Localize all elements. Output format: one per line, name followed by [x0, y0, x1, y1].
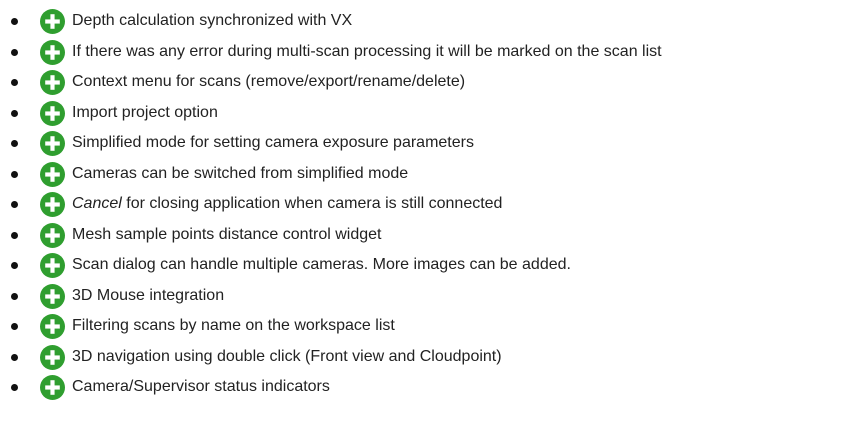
bullet — [11, 384, 18, 392]
plus-icon — [40, 161, 65, 187]
item-text: Cancel for closing application when came… — [72, 194, 502, 214]
list-item: Simplified mode for setting camera expos… — [0, 128, 862, 159]
bullet — [11, 231, 18, 239]
list-item: 3D navigation using double click (Front … — [0, 342, 862, 373]
plus-icon — [40, 9, 65, 35]
item-text: Mesh sample points distance control widg… — [72, 225, 382, 243]
bullet — [11, 262, 18, 270]
item-text: Import project option — [72, 103, 218, 121]
bullet — [11, 18, 18, 26]
plus-icon — [40, 39, 65, 65]
plus-icon — [40, 70, 65, 96]
item-text: Cameras can be switched from simplified … — [72, 164, 409, 182]
list-item: Cameras can be switched from simplified … — [0, 159, 862, 190]
plus-icon — [40, 344, 65, 370]
plus-icon — [40, 253, 65, 279]
bullet — [11, 323, 18, 331]
item-text: If there was any error during multi-scan… — [72, 42, 662, 60]
item-text: Depth calculation synchronized with VX — [72, 12, 353, 30]
plus-icon — [40, 283, 65, 309]
list-item: Mesh sample points distance control widg… — [0, 220, 862, 251]
item-text-rest: for closing application when camera is s… — [121, 195, 503, 213]
list-item: Scan dialog can handle multiple cameras.… — [0, 250, 862, 281]
list-item: Filtering scans by name on the workspace… — [0, 311, 862, 342]
plus-icon — [40, 100, 65, 126]
list-item: Camera/Supervisor status indicators — [0, 372, 862, 403]
item-text: Simplified mode for setting camera expos… — [72, 134, 474, 152]
plus-icon — [40, 375, 65, 401]
list-item: Cancel for closing application when came… — [0, 189, 862, 220]
item-text: Context menu for scans (remove/export/re… — [72, 73, 466, 91]
list-item: 3D Mouse integration — [0, 281, 862, 312]
list-item: If there was any error during multi-scan… — [0, 37, 862, 68]
item-text: 3D navigation using double click (Front … — [72, 347, 502, 365]
item-text: Scan dialog can handle multiple cameras.… — [72, 256, 571, 274]
item-text: Filtering scans by name on the workspace… — [72, 317, 395, 335]
bullet — [11, 201, 18, 209]
bullet — [11, 109, 18, 117]
list-item: Import project option — [0, 98, 862, 129]
list-item: Context menu for scans (remove/export/re… — [0, 67, 862, 98]
item-text: Camera/Supervisor status indicators — [72, 378, 330, 396]
bullet — [11, 292, 18, 300]
plus-icon — [40, 192, 65, 218]
changelog-list: Depth calculation synchronized with VX I… — [0, 0, 862, 403]
bullet — [11, 140, 18, 148]
plus-icon — [40, 222, 65, 248]
bullet — [11, 170, 18, 178]
plus-icon — [40, 131, 65, 157]
item-text: 3D Mouse integration — [72, 286, 225, 304]
plus-icon — [40, 314, 65, 340]
item-emphasis: Cancel — [72, 195, 122, 213]
bullet — [11, 79, 18, 87]
list-item: Depth calculation synchronized with VX — [0, 6, 862, 37]
bullet — [11, 353, 18, 361]
bullet — [11, 48, 18, 56]
